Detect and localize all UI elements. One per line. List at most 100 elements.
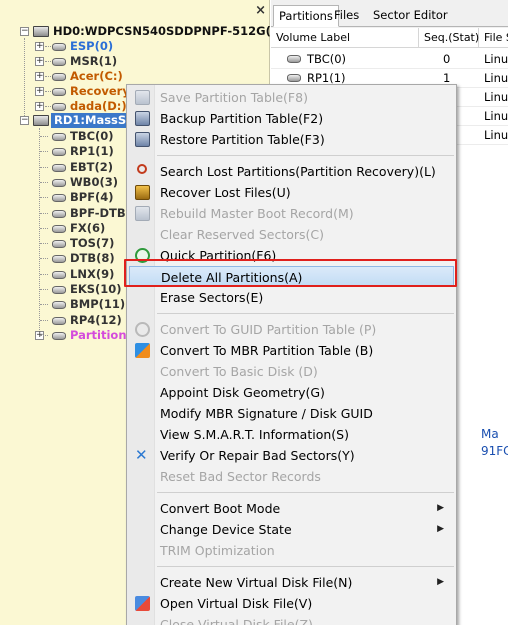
tree-partition-item[interactable]: FX(6) bbox=[70, 221, 105, 236]
tree-partition-item[interactable]: Acer(C:) bbox=[70, 69, 123, 84]
tree-partition-item[interactable]: MSR(1) bbox=[70, 54, 117, 69]
tree-partition-item[interactable]: TBC(0) bbox=[70, 129, 114, 144]
expand-icon[interactable]: + bbox=[35, 102, 44, 111]
tree-guide-line bbox=[40, 136, 48, 137]
partition-icon bbox=[52, 163, 66, 172]
partition-icon bbox=[52, 194, 66, 203]
partition-icon bbox=[52, 240, 66, 249]
tree-partition-item[interactable]: EKS(10) bbox=[70, 282, 122, 297]
table-header: Volume Label Seq.(Stat) File S bbox=[271, 28, 508, 48]
partition-icon bbox=[52, 255, 66, 264]
menu-item-save-partition-table: Save Partition Table(F8) bbox=[129, 87, 454, 108]
disk-info-line: Ma bbox=[481, 427, 499, 441]
tree-partition-item[interactable]: dada(D:) bbox=[70, 99, 127, 114]
menu-separator bbox=[157, 492, 454, 493]
partition-icon bbox=[52, 103, 66, 111]
tree-partition-label: TOS(7) bbox=[70, 236, 115, 251]
partition-icon bbox=[287, 74, 301, 82]
column-header-file-system[interactable]: File S bbox=[479, 28, 508, 48]
column-header-volume-label[interactable]: Volume Label bbox=[271, 28, 419, 48]
submenu-arrow-icon: ▶ bbox=[437, 524, 444, 534]
tree-partition-item[interactable]: WB0(3) bbox=[70, 175, 118, 190]
menu-separator bbox=[157, 566, 454, 567]
partition-icon bbox=[52, 178, 66, 187]
close-icon[interactable]: × bbox=[255, 3, 266, 18]
menu-item-close-virtual-disk-file: Close Virtual Disk File(Z) bbox=[129, 614, 454, 625]
tree-partition-item[interactable]: DTB(8) bbox=[70, 251, 115, 266]
disk-info-text: Ma 91FC2 bbox=[481, 426, 508, 460]
menu-item-label: Close Virtual Disk File(Z) bbox=[160, 617, 313, 625]
menu-item-reset-bad-sector-records: Reset Bad Sector Records bbox=[129, 466, 454, 487]
menu-item-label: Convert To GUID Partition Table (P) bbox=[160, 322, 377, 337]
tree-partition-label: dada(D:) bbox=[70, 99, 127, 113]
collapse-icon[interactable]: − bbox=[20, 116, 29, 125]
menu-item-modify-mbr-signature-disk-guid[interactable]: Modify MBR Signature / Disk GUID bbox=[129, 403, 454, 424]
expand-icon[interactable]: + bbox=[35, 87, 44, 96]
tree-partition-item[interactable]: ESP(0) bbox=[70, 39, 113, 54]
menu-item-trim-optimization: TRIM Optimization bbox=[129, 540, 454, 561]
tree-partition-item[interactable]: TOS(7) bbox=[70, 236, 114, 251]
tab-sector-editor[interactable]: Sector Editor bbox=[368, 5, 453, 27]
menu-item-open-virtual-disk-file[interactable]: Open Virtual Disk File(V) bbox=[129, 593, 454, 614]
tree-partition-label: DTB(8) bbox=[70, 251, 115, 266]
collapse-icon[interactable]: − bbox=[20, 27, 29, 36]
tree-partition-item[interactable]: LNX(9) bbox=[70, 267, 114, 282]
tree-guide-line bbox=[24, 38, 25, 118]
tree-partition-label: BPF(4) bbox=[70, 190, 114, 205]
menu-item-label: Restore Partition Table(F3) bbox=[160, 132, 325, 147]
tab-files[interactable]: Files bbox=[329, 5, 364, 27]
tree-partition-label: WB0(3) bbox=[70, 174, 118, 189]
tree-partition-item[interactable]: EBT(2) bbox=[70, 160, 113, 175]
menu-item-label: Save Partition Table(F8) bbox=[160, 90, 308, 105]
tree-partition-item[interactable]: BPF(4) bbox=[70, 190, 114, 205]
tree-partition-label: EKS(10) bbox=[70, 282, 122, 296]
cell-file-system: Linu. bbox=[484, 128, 508, 142]
cell-file-system: Linu. bbox=[484, 109, 508, 123]
column-header-seq[interactable]: Seq.(Stat) bbox=[419, 28, 479, 48]
menu-item-change-device-state[interactable]: Change Device State ▶ bbox=[129, 519, 454, 540]
tree-partition-item[interactable]: BMP(11) bbox=[70, 297, 125, 312]
menu-item-label: Erase Sectors(E) bbox=[160, 290, 264, 305]
partition-icon bbox=[52, 331, 66, 340]
restore-icon bbox=[135, 132, 150, 147]
menu-item-verify-or-repair-bad-sectors[interactable]: ✕ Verify Or Repair Bad Sectors(Y) bbox=[129, 445, 454, 466]
menu-item-restore-partition-table[interactable]: Restore Partition Table(F3) bbox=[129, 129, 454, 150]
table-row[interactable]: TBC(0) 0 Linu. bbox=[271, 49, 508, 69]
convert-guid-icon bbox=[135, 322, 150, 337]
menu-item-create-new-virtual-disk-file[interactable]: Create New Virtual Disk File(N) ▶ bbox=[129, 572, 454, 593]
expand-icon[interactable]: + bbox=[35, 72, 44, 81]
menu-item-backup-partition-table[interactable]: Backup Partition Table(F2) bbox=[129, 108, 454, 129]
tree-partition-label: BMP(11) bbox=[70, 297, 126, 312]
menu-item-view-s-m-a-r-t-information[interactable]: View S.M.A.R.T. Information(S) bbox=[129, 424, 454, 445]
tree-partition-label: Acer(C:) bbox=[70, 69, 123, 83]
tree-guide-line bbox=[40, 212, 48, 214]
menu-item-erase-sectors[interactable]: Erase Sectors(E) bbox=[129, 287, 454, 308]
tools-icon: ✕ bbox=[135, 446, 148, 464]
menu-item-appoint-disk-geometry[interactable]: Appoint Disk Geometry(G) bbox=[129, 382, 454, 403]
tree-guide-line bbox=[40, 258, 48, 260]
tree-partition-label: LNX(9) bbox=[70, 266, 115, 281]
menu-item-label: Reset Bad Sector Records bbox=[160, 469, 321, 484]
menu-item-label: Change Device State bbox=[160, 522, 292, 537]
tree-guide-line bbox=[40, 151, 48, 153]
tree-partition-item[interactable]: RP4(12) bbox=[70, 313, 122, 328]
partition-icon bbox=[52, 73, 66, 81]
menu-item-convert-to-mbr-partition-table[interactable]: Convert To MBR Partition Table (B) bbox=[129, 340, 454, 361]
menu-item-label: Modify MBR Signature / Disk GUID bbox=[160, 406, 373, 421]
menu-item-search-lost-partitions[interactable]: Search Lost Partitions(Partition Recover… bbox=[129, 161, 454, 182]
submenu-arrow-icon: ▶ bbox=[437, 577, 444, 587]
expand-icon[interactable]: + bbox=[35, 57, 44, 66]
tree-guide-line bbox=[40, 319, 48, 321]
tree-partition-item[interactable]: RP1(1) bbox=[70, 144, 114, 159]
disk-save-icon bbox=[135, 90, 150, 105]
chest-icon bbox=[135, 185, 150, 200]
menu-item-label: Open Virtual Disk File(V) bbox=[160, 596, 313, 611]
menu-item-convert-boot-mode[interactable]: Convert Boot Mode ▶ bbox=[129, 498, 454, 519]
hard-disk-icon bbox=[33, 115, 49, 126]
menu-item-label: View S.M.A.R.T. Information(S) bbox=[160, 427, 349, 442]
menu-item-recover-lost-files[interactable]: Recover Lost Files(U) bbox=[129, 182, 454, 203]
menu-item-label: TRIM Optimization bbox=[160, 543, 275, 558]
tree-partition-label: EBT(2) bbox=[70, 159, 113, 174]
expand-icon[interactable]: + bbox=[35, 42, 44, 51]
tree-guide-line bbox=[40, 243, 48, 245]
